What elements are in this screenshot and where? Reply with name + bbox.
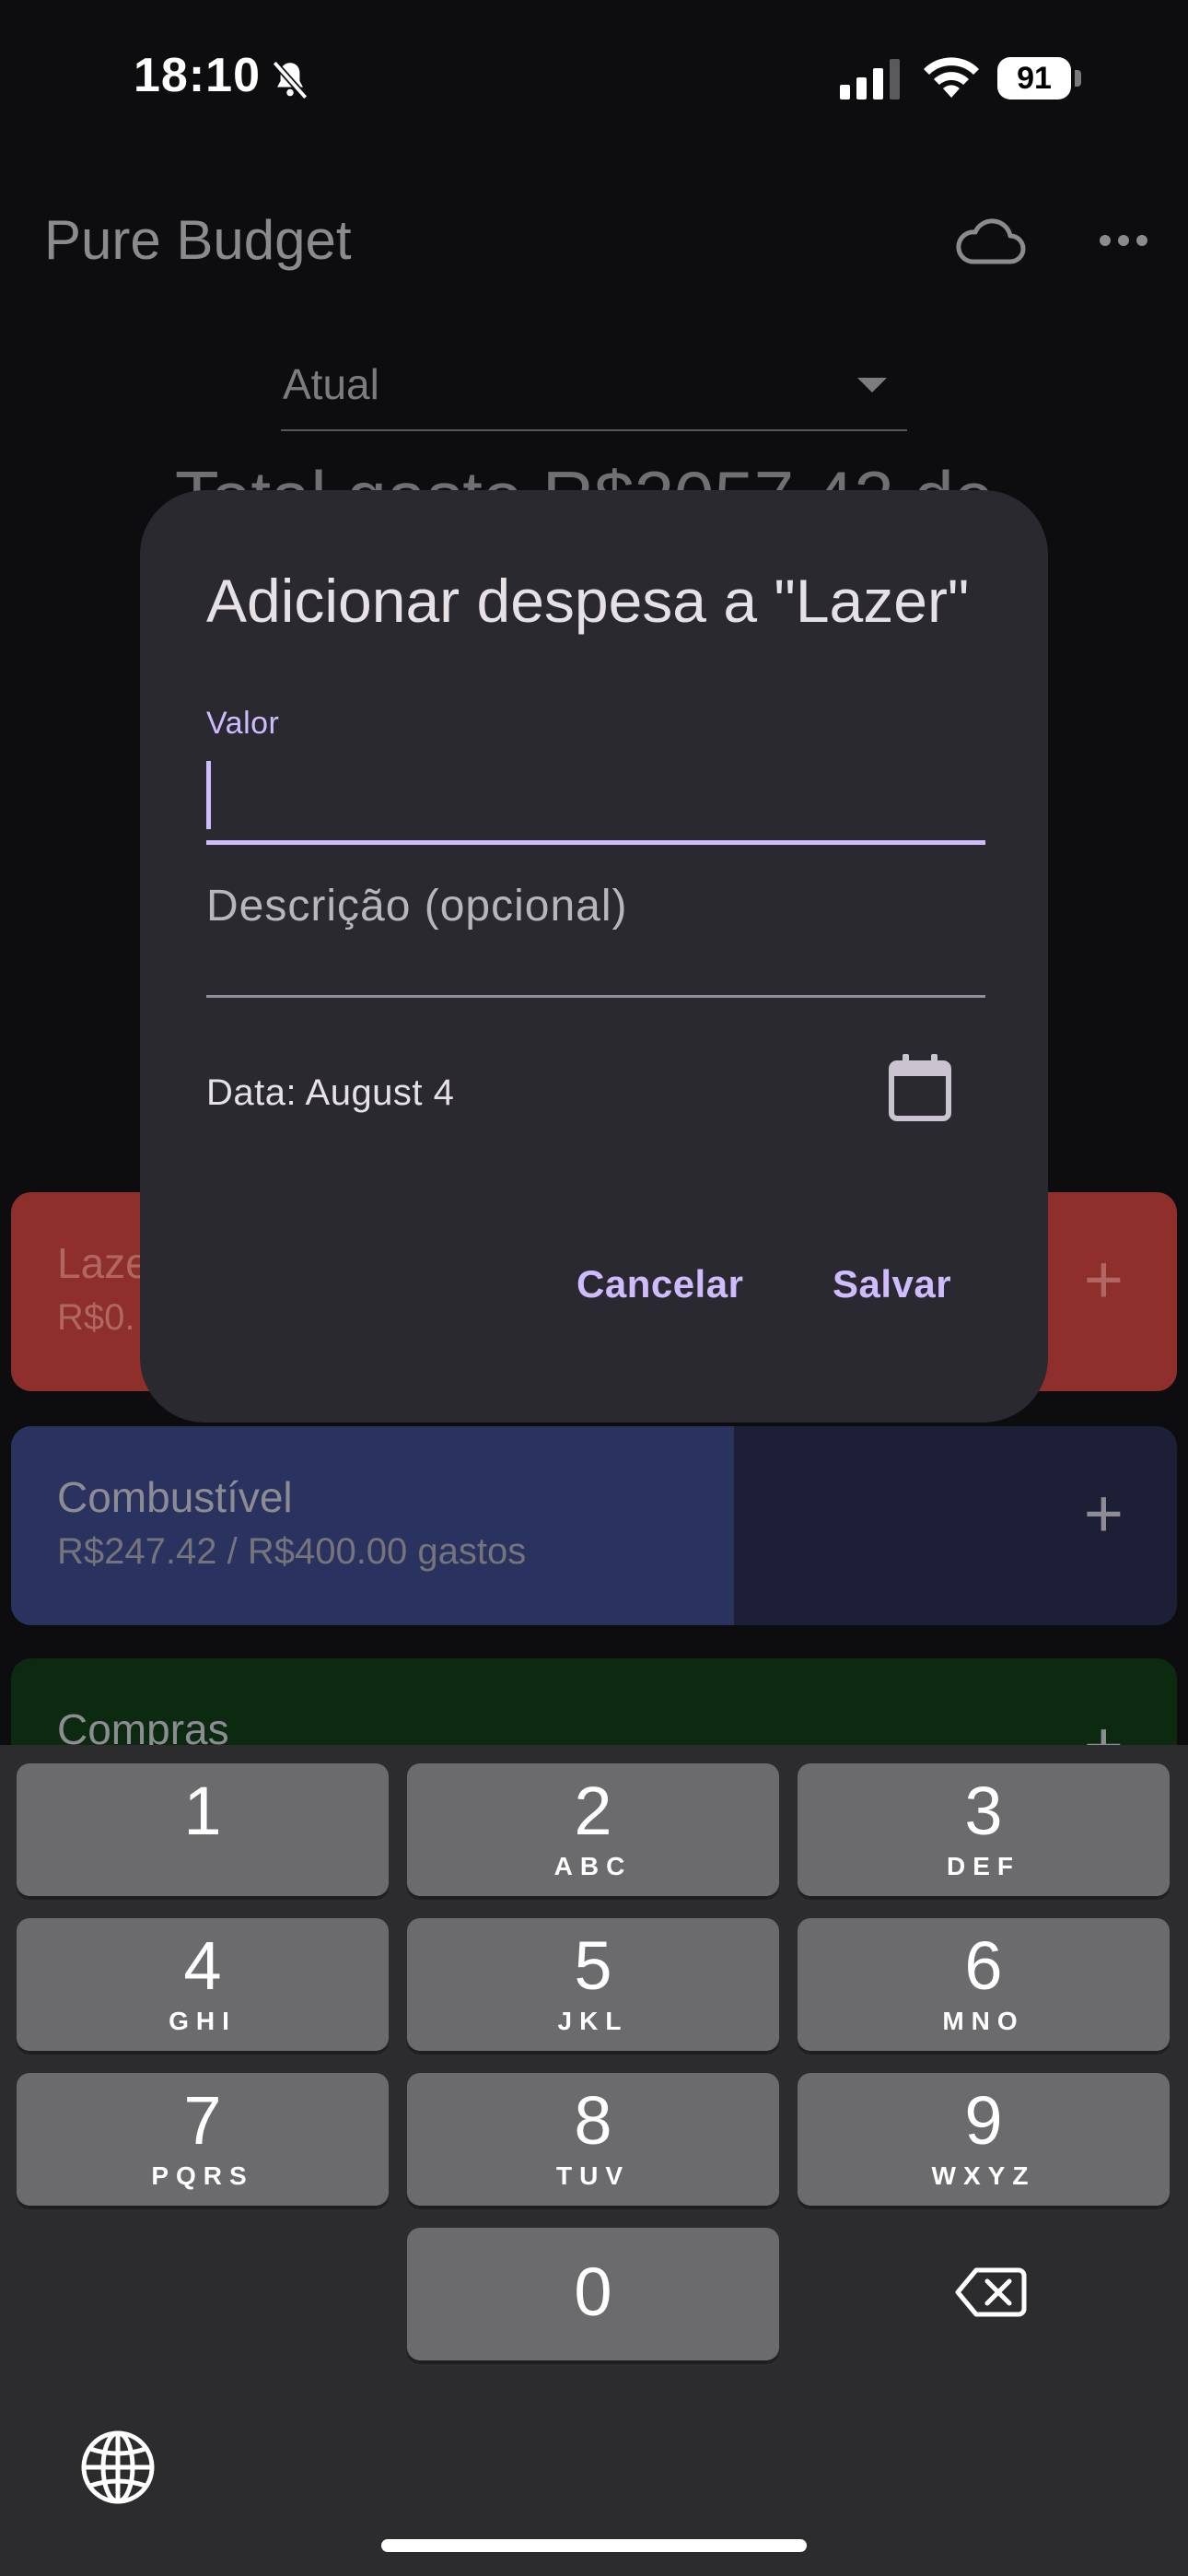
- key-letters: PQRS: [151, 2161, 254, 2190]
- battery-icon: 91: [997, 57, 1082, 100]
- key-letters: ABC: [553, 1852, 633, 1880]
- period-select[interactable]: Atual: [281, 350, 907, 431]
- key-2[interactable]: 2 ABC: [407, 1763, 779, 1896]
- key-digit: 8: [574, 2082, 612, 2159]
- key-8[interactable]: 8 TUV: [407, 2073, 779, 2206]
- key-digit: 0: [574, 2254, 612, 2330]
- key-0[interactable]: 0: [407, 2228, 779, 2360]
- cloud-icon[interactable]: [953, 214, 1027, 269]
- key-digit: 4: [183, 1927, 222, 2004]
- value-field-label: Valor: [206, 706, 280, 741]
- key-digit: 1: [183, 1773, 222, 1849]
- key-digit: 9: [964, 2082, 1003, 2159]
- description-placeholder: Descrição (opcional): [206, 882, 628, 931]
- add-expense-button[interactable]: +: [1084, 1480, 1124, 1548]
- value-field[interactable]: Valor: [206, 706, 985, 845]
- category-card-combustivel[interactable]: Combustível R$247.42 / R$400.00 gastos +: [11, 1426, 1177, 1625]
- key-5[interactable]: 5 JKL: [407, 1918, 779, 2051]
- key-letters: WXYZ: [931, 2161, 1036, 2190]
- add-expense-button[interactable]: +: [1084, 1246, 1124, 1314]
- key-digit: 2: [574, 1773, 612, 1849]
- period-select-value: Atual: [283, 360, 379, 408]
- status-time: 18:10: [134, 49, 261, 102]
- key-letters: DEF: [947, 1852, 1020, 1880]
- key-3[interactable]: 3 DEF: [798, 1763, 1170, 1896]
- key-6[interactable]: 6 MNO: [798, 1918, 1170, 2051]
- wifi-icon: [924, 57, 979, 98]
- key-4[interactable]: 4 GHI: [17, 1918, 389, 2051]
- cancel-button[interactable]: Cancelar: [577, 1262, 743, 1306]
- battery-level: 91: [1017, 61, 1052, 96]
- save-button[interactable]: Salvar: [833, 1262, 951, 1306]
- category-name: Combustível: [57, 1473, 293, 1521]
- add-expense-dialog: Adicionar despesa a "Lazer" Valor Descri…: [140, 490, 1048, 1423]
- category-amount: R$247.42 / R$400.00 gastos: [57, 1531, 527, 1572]
- key-digit: 6: [964, 1927, 1003, 2004]
- dropdown-arrow-icon: [857, 378, 887, 392]
- bell-slash-icon: [272, 60, 309, 100]
- category-amount: R$0.: [57, 1297, 135, 1338]
- calendar-icon[interactable]: [888, 1054, 952, 1122]
- description-field[interactable]: Descrição (opcional): [206, 881, 985, 998]
- text-caret: [206, 761, 211, 829]
- category-progress-fill: [11, 1426, 734, 1625]
- more-horizontal-icon[interactable]: [1096, 227, 1151, 254]
- key-9[interactable]: 9 WXYZ: [798, 2073, 1170, 2206]
- key-1[interactable]: 1: [17, 1763, 389, 1896]
- key-7[interactable]: 7 PQRS: [17, 2073, 389, 2206]
- key-letters: GHI: [169, 2007, 237, 2035]
- date-label: Data: August 4: [206, 1072, 455, 1113]
- key-letters: JKL: [557, 2007, 629, 2035]
- status-bar: 18:10 91: [0, 0, 1188, 157]
- key-digit: 3: [964, 1773, 1003, 1849]
- cellular-signal-icon: [840, 59, 900, 100]
- key-letters: TUV: [556, 2161, 630, 2190]
- app-title: Pure Budget: [44, 209, 352, 271]
- dialog-title: Adicionar despesa a "Lazer": [206, 567, 970, 635]
- globe-icon[interactable]: [79, 2429, 157, 2506]
- key-digit: 7: [183, 2082, 222, 2159]
- backspace-icon[interactable]: [954, 2265, 1028, 2320]
- key-letters: MNO: [942, 2007, 1025, 2035]
- key-digit: 5: [574, 1927, 612, 2004]
- home-indicator: [381, 2539, 807, 2552]
